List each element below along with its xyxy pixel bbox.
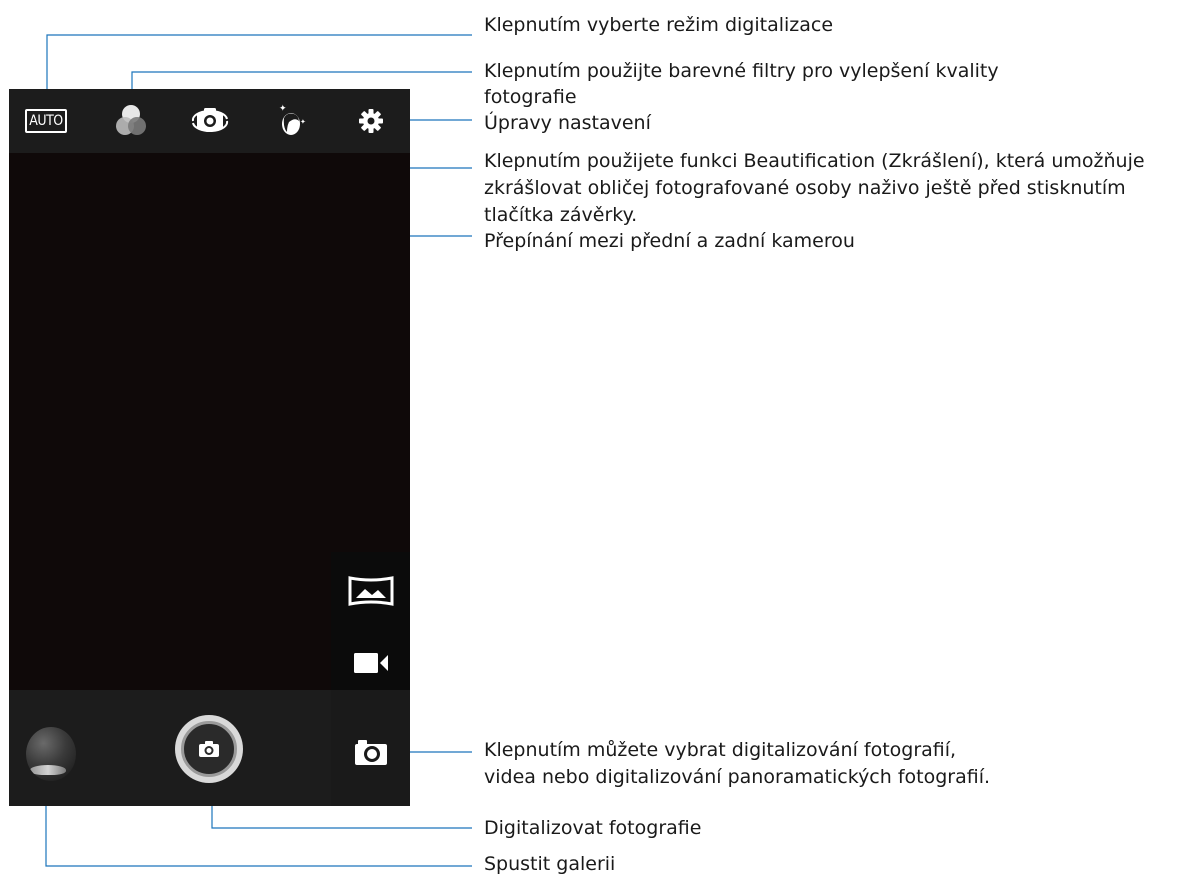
beautification-button[interactable]: ✦ ✦ [271, 101, 311, 141]
panorama-mode-button[interactable] [348, 571, 394, 611]
shutter-inner [181, 721, 237, 777]
auto-mode-button[interactable]: AUTO [25, 101, 67, 141]
photo-mode-button[interactable] [348, 732, 394, 772]
camera-bottom-bar [9, 690, 331, 806]
settings-gear-icon [359, 109, 383, 133]
capture-mode-panel [331, 552, 410, 806]
color-filters-icon [116, 105, 146, 135]
camera-viewfinder: AUTO ✦ ✦ [9, 89, 410, 806]
switch-camera-button[interactable] [190, 101, 230, 141]
callout-gallery: Spustit galerii [484, 853, 616, 875]
color-filters-button[interactable] [111, 101, 151, 141]
callout-beauty-line3: tlačítka závěrky. [484, 204, 638, 226]
callout-filters-line2: fotografie [484, 86, 577, 108]
callout-shutter: Digitalizovat fotografie [484, 817, 702, 839]
shutter-camera-icon [199, 741, 219, 757]
gallery-thumbnail-button[interactable] [26, 727, 76, 781]
callout-capture-mode-line2: videa nebo digitalizování panoramatickýc… [484, 766, 991, 788]
callout-filters-line1: Klepnutím použijte barevné filtry pro vy… [484, 60, 999, 82]
shutter-button[interactable] [175, 715, 243, 783]
svg-text:✦: ✦ [300, 118, 306, 126]
video-camera-icon [354, 653, 388, 673]
panorama-icon [348, 576, 394, 606]
auto-mode-badge: AUTO [25, 109, 67, 133]
callout-settings: Úpravy nastavení [484, 112, 651, 134]
video-mode-button[interactable] [348, 643, 394, 683]
camera-top-toolbar: AUTO ✦ ✦ [9, 89, 410, 153]
svg-text:✦: ✦ [279, 104, 287, 114]
callout-beauty-line2: zkrášlovat obličej fotografované osoby n… [484, 177, 1126, 199]
callout-switch-camera: Přepínání mezi přední a zadní kamerou [484, 230, 855, 252]
callout-beauty-line1: Klepnutím použijete funkci Beautificatio… [484, 150, 1145, 172]
photo-camera-icon [355, 740, 387, 765]
settings-button[interactable] [351, 101, 391, 141]
beautification-icon: ✦ ✦ [279, 104, 306, 135]
switch-camera-icon [191, 108, 229, 133]
callout-capture-mode-line1: Klepnutím můžete vybrat digitalizování f… [484, 739, 957, 761]
callout-scene-mode: Klepnutím vyberte režim digitalizace [484, 14, 834, 36]
